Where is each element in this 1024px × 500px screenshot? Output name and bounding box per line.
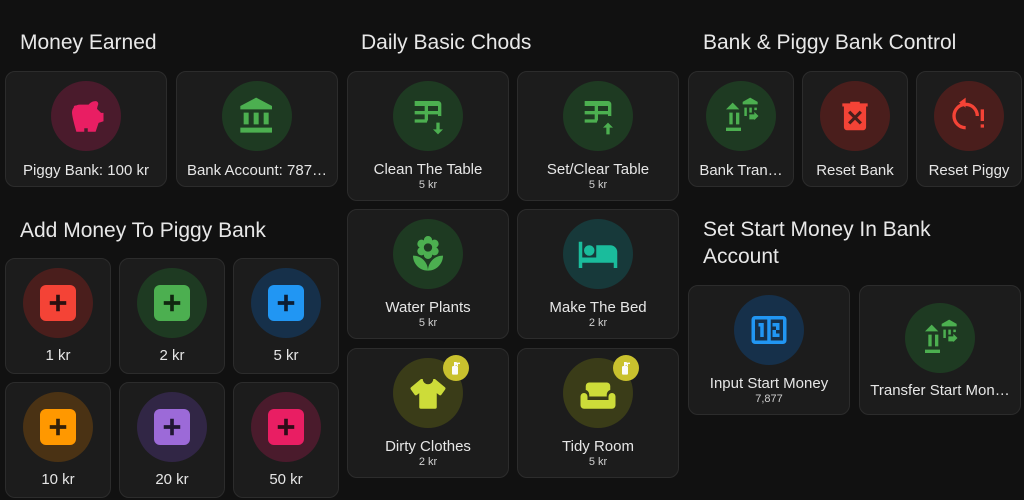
chores-heading: Daily Basic Chods — [361, 31, 532, 54]
bank-control-label: Reset Piggy — [928, 162, 1010, 179]
piggy-bank-icon — [51, 81, 121, 151]
bank-account-label: Bank Account: 787… — [186, 162, 328, 179]
bed-icon — [563, 219, 633, 289]
chore-value: 5 kr — [588, 179, 608, 191]
bank-transfer-icon — [706, 81, 776, 151]
add-50-kr-card[interactable]: 50 kr — [233, 382, 339, 498]
add-amount-label: 2 kr — [159, 347, 185, 364]
bank-control-label: Reset Bank — [816, 162, 894, 179]
add-10-kr-card[interactable]: 10 kr — [5, 382, 111, 498]
table-arrow-up-icon — [563, 81, 633, 151]
bank-account-card[interactable]: Bank Account: 787… — [176, 71, 338, 187]
add-1-kr-card[interactable]: 1 kr — [5, 258, 111, 374]
chore-dirty-clothes-card[interactable]: Dirty Clothes 2 kr — [347, 348, 509, 478]
bank-control-label: Bank Tran… — [699, 162, 783, 179]
add-money-heading: Add Money To Piggy Bank — [20, 219, 266, 242]
chore-make-bed-card[interactable]: Make The Bed 2 kr — [517, 209, 679, 339]
chore-label: Dirty Clothes — [385, 438, 471, 455]
piggy-bank-card[interactable]: Piggy Bank: 100 kr — [5, 71, 167, 187]
add-amount-label: 1 kr — [45, 347, 71, 364]
chore-value: 5 kr — [588, 456, 608, 468]
add-icon — [251, 268, 321, 338]
bank-icon — [222, 81, 292, 151]
chore-clean-table-card[interactable]: Clean The Table 5 kr — [347, 71, 509, 201]
add-20-kr-card[interactable]: 20 kr — [119, 382, 225, 498]
add-icon — [137, 392, 207, 462]
add-icon — [23, 268, 93, 338]
chore-water-plants-card[interactable]: Water Plants 5 kr — [347, 209, 509, 339]
chore-value: 2 kr — [588, 317, 608, 329]
bank-transfer-card[interactable]: Bank Tran… — [688, 71, 794, 187]
restart-alert-icon — [934, 81, 1004, 151]
add-5-kr-card[interactable]: 5 kr — [233, 258, 339, 374]
chore-label: Tidy Room — [562, 438, 634, 455]
chore-value: 2 kr — [418, 456, 438, 468]
add-icon — [23, 392, 93, 462]
start-money-value: 7,877 — [755, 393, 783, 405]
start-money-input-label: Input Start Money — [709, 375, 829, 392]
input-start-money-card[interactable]: Input Start Money 7,877 — [688, 285, 850, 415]
add-icon — [137, 268, 207, 338]
add-amount-label: 50 kr — [269, 471, 303, 488]
numeric-input-icon — [734, 295, 804, 365]
add-icon — [251, 392, 321, 462]
add-amount-label: 5 kr — [273, 347, 299, 364]
chore-value: 5 kr — [418, 179, 438, 191]
chore-label: Set/Clear Table — [546, 161, 650, 178]
chore-label: Clean The Table — [373, 161, 483, 178]
chore-label: Make The Bed — [549, 299, 647, 316]
reset-piggy-card[interactable]: Reset Piggy — [916, 71, 1022, 187]
add-2-kr-card[interactable]: 2 kr — [119, 258, 225, 374]
start-money-heading-line1: Set Start Money In Bank — [703, 218, 931, 241]
chore-set-clear-table-card[interactable]: Set/Clear Table 5 kr — [517, 71, 679, 201]
piggy-bank-label: Piggy Bank: 100 kr — [23, 162, 149, 179]
add-amount-label: 20 kr — [155, 471, 189, 488]
bank-control-heading: Bank & Piggy Bank Control — [703, 31, 957, 54]
start-money-heading: Set Start Money In Bank Account — [703, 216, 931, 270]
spray-bottle-icon — [443, 355, 469, 381]
bank-transfer-icon — [905, 303, 975, 373]
chore-tidy-room-card[interactable]: Tidy Room 5 kr — [517, 348, 679, 478]
money-earned-heading: Money Earned — [20, 31, 157, 54]
table-arrow-down-icon — [393, 81, 463, 151]
add-amount-label: 10 kr — [41, 471, 75, 488]
chore-value: 5 kr — [418, 317, 438, 329]
reset-bank-card[interactable]: Reset Bank — [802, 71, 908, 187]
transfer-start-money-label: Transfer Start Mon… — [870, 382, 1010, 399]
start-money-heading-line2: Account — [703, 245, 779, 268]
transfer-start-money-card[interactable]: Transfer Start Mon… — [859, 285, 1021, 415]
chore-label: Water Plants — [385, 299, 471, 316]
flower-icon — [393, 219, 463, 289]
spray-bottle-icon — [613, 355, 639, 381]
trash-x-icon — [820, 81, 890, 151]
